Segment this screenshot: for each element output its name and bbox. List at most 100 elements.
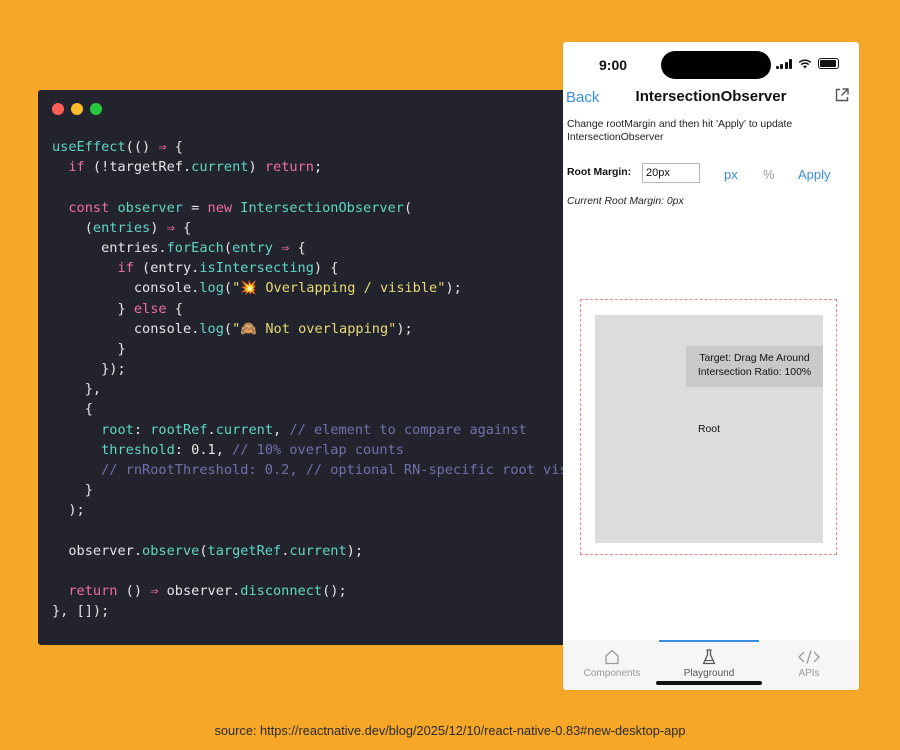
target-title: Target: Drag Me Around [699,353,810,364]
code-token: ⇒ [158,139,167,155]
code-token: (() [125,139,159,155]
code-token: console. [52,280,200,297]
root-margin-input[interactable] [642,163,700,183]
nav-bar: Back IntersectionObserver [563,86,859,114]
code-token: }, []); [52,603,110,620]
code-token: console. [52,320,200,337]
maximize-window-dot[interactable] [90,103,102,115]
code-line: const observer = new IntersectionObserve… [52,198,568,218]
code-line: console.log("💥 Overlapping / visible"); [52,278,568,298]
code-token: if [117,260,134,277]
wifi-icon [798,58,812,68]
code-block: useEffect(() ⇒ { if (!targetRef.current)… [52,137,568,622]
code-token: { [166,139,183,155]
code-token: isIntersecting [199,260,314,277]
close-window-dot[interactable] [52,103,64,115]
code-token: ); [445,280,462,297]
code-token: ) [248,159,265,176]
code-line: }, []); [52,601,568,621]
code-token: new [207,199,233,216]
tab-label: Playground [683,668,735,679]
code-line: useEffect(() ⇒ { [52,137,568,157]
tab-label: Components [583,668,641,679]
code-line: if (!targetRef.current) return; [52,157,568,177]
code-line: entries.forEach(entry ⇒ { [52,238,568,258]
code-token: }); [52,361,126,378]
code-token: () [117,583,151,600]
code-token: root [101,421,134,438]
code-token: ( [199,542,208,559]
tab-playground[interactable]: Playground [660,648,758,679]
code-token: ); [52,502,85,519]
description-text: Change rootMargin and then hit 'Apply' t… [567,119,793,143]
intersection-ratio: Intersection Ratio: 100% [697,367,812,378]
code-token: entries. [52,239,167,256]
code-line: ); [52,500,568,520]
unit-px-option[interactable]: px [724,167,738,182]
code-token: } [52,340,126,357]
code-line: if (entry.isIntersecting) { [52,258,568,278]
code-line: console.log("🙈 Not overlapping"); [52,319,568,339]
code-token: : 0.1, [174,441,233,458]
code-token: current [289,542,347,559]
code-token: current [215,421,274,438]
code-token: disconnect [240,583,323,600]
root-label: Root [698,424,720,435]
code-token: forEach [166,239,224,256]
code-token: ); [346,542,364,559]
code-token: (! [84,159,110,176]
code-token: else [133,300,167,317]
active-tab-indicator [659,640,759,642]
code-token: ) [150,219,167,236]
code-line: } else { [52,299,568,319]
status-icons [775,58,839,69]
code-token: . [207,421,216,438]
target-box[interactable]: Target: Drag Me Around Intersection Rati… [686,346,823,387]
code-token: }, [52,381,102,398]
code-token: useEffect [52,139,126,155]
code-token: log [199,320,224,337]
code-token: entry [232,239,273,256]
status-bar: 9:00 [563,42,859,87]
flask-icon [702,649,716,665]
code-token: ( [223,320,233,337]
code-line: (entries) ⇒ { [52,218,568,238]
code-token: threshold [101,441,175,458]
code-token: , [273,421,290,438]
root-margin-row: Root Margin: px % Apply [567,163,855,185]
code-line: } [52,480,568,500]
code-token: { [289,239,306,256]
code-token: observer [117,199,183,216]
window-controls [52,103,102,115]
unit-percent-option[interactable]: % [763,167,775,182]
code-token: (entry. [133,260,200,277]
code-token: } [52,300,134,317]
battery-icon [818,58,839,69]
code-icon [798,650,820,664]
code-token: ( [223,239,233,256]
code-line: return () ⇒ observer.disconnect(); [52,581,568,601]
code-token: "💥 Overlapping / visible" [232,280,446,297]
code-token: ) { [313,260,339,277]
code-token: rootRef [150,421,208,438]
tab-apis[interactable]: APIs [760,648,858,679]
code-token: (); [322,583,347,600]
minimize-window-dot[interactable] [71,103,83,115]
nav-title: IntersectionObserver [635,88,787,105]
dynamic-island [661,51,771,79]
open-external-icon[interactable] [834,87,850,103]
tab-components[interactable]: Components [563,648,661,679]
apply-button[interactable]: Apply [798,167,831,182]
code-token: log [199,280,224,297]
code-token: // rnRootThreshold: 0.2, // optional RN-… [101,462,568,478]
code-token: { [174,219,192,236]
code-token: current [191,159,249,176]
